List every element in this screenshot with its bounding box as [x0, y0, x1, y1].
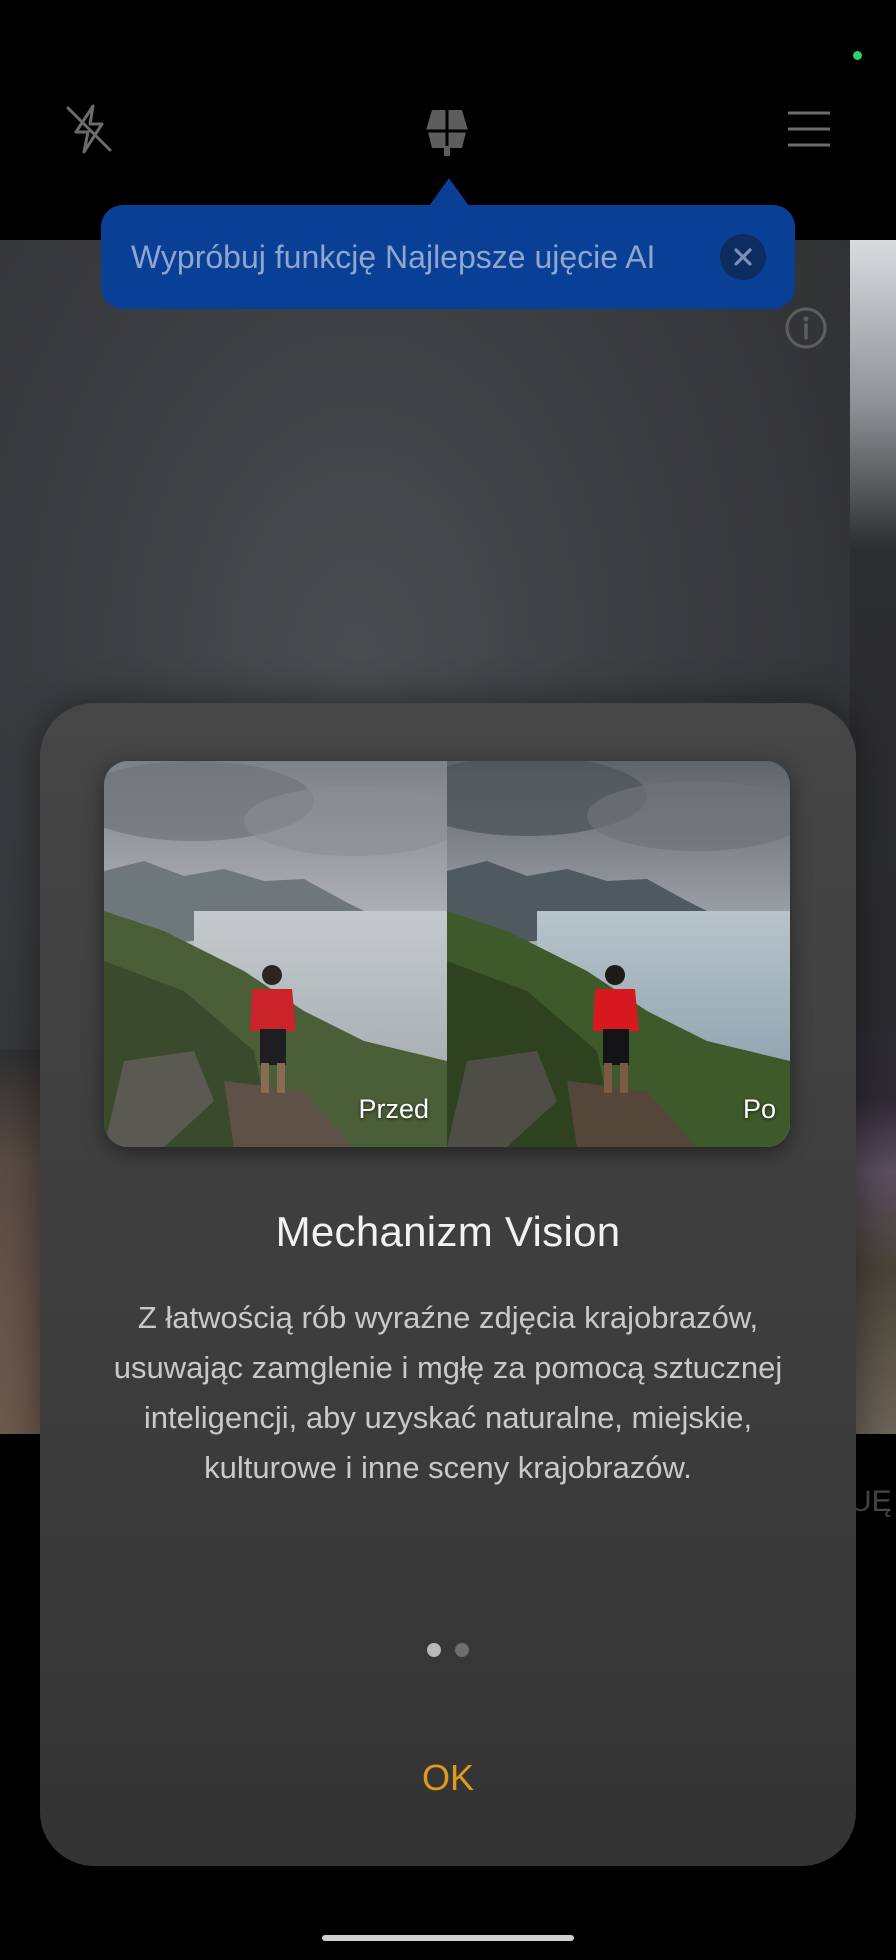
close-icon	[734, 248, 752, 266]
home-indicator[interactable]	[322, 1935, 574, 1941]
page-dot-1[interactable]	[427, 1643, 441, 1657]
page-dot-2[interactable]	[455, 1643, 469, 1657]
before-photo: Przed	[104, 761, 447, 1147]
before-label: Przed	[358, 1094, 429, 1124]
before-after-preview: Przed Po	[104, 761, 790, 1147]
ai-tip-tooltip[interactable]: Wypróbuj funkcję Najlepsze ujęcie AI	[101, 205, 795, 309]
tooltip-text: Wypróbuj funkcję Najlepsze ujęcie AI	[131, 239, 656, 275]
info-icon[interactable]	[784, 306, 828, 350]
after-photo: Po	[447, 761, 790, 1147]
tooltip-arrow	[429, 178, 469, 206]
after-label: Po	[742, 1094, 776, 1124]
viewfinder-edge-right	[850, 240, 896, 1434]
vision-engine-dialog: Przed Po Mechanizm Vision Z łatwością ró…	[40, 703, 856, 1866]
partial-mode-label: UĘ	[850, 1485, 892, 1518]
menu-icon[interactable]	[780, 100, 838, 158]
page-indicator[interactable]	[40, 1643, 856, 1657]
ai-scene-icon[interactable]	[418, 100, 476, 158]
flash-off-icon[interactable]	[60, 100, 118, 158]
ok-button[interactable]: OK	[398, 1748, 498, 1808]
dialog-description: Z łatwością rób wyraźne zdjęcia krajobra…	[113, 1300, 783, 1485]
status-indicator-dot	[853, 51, 862, 60]
viewfinder-edge-left	[0, 1050, 40, 1434]
tooltip-close-button[interactable]	[720, 234, 766, 280]
dialog-title: Mechanizm Vision	[275, 1208, 621, 1255]
